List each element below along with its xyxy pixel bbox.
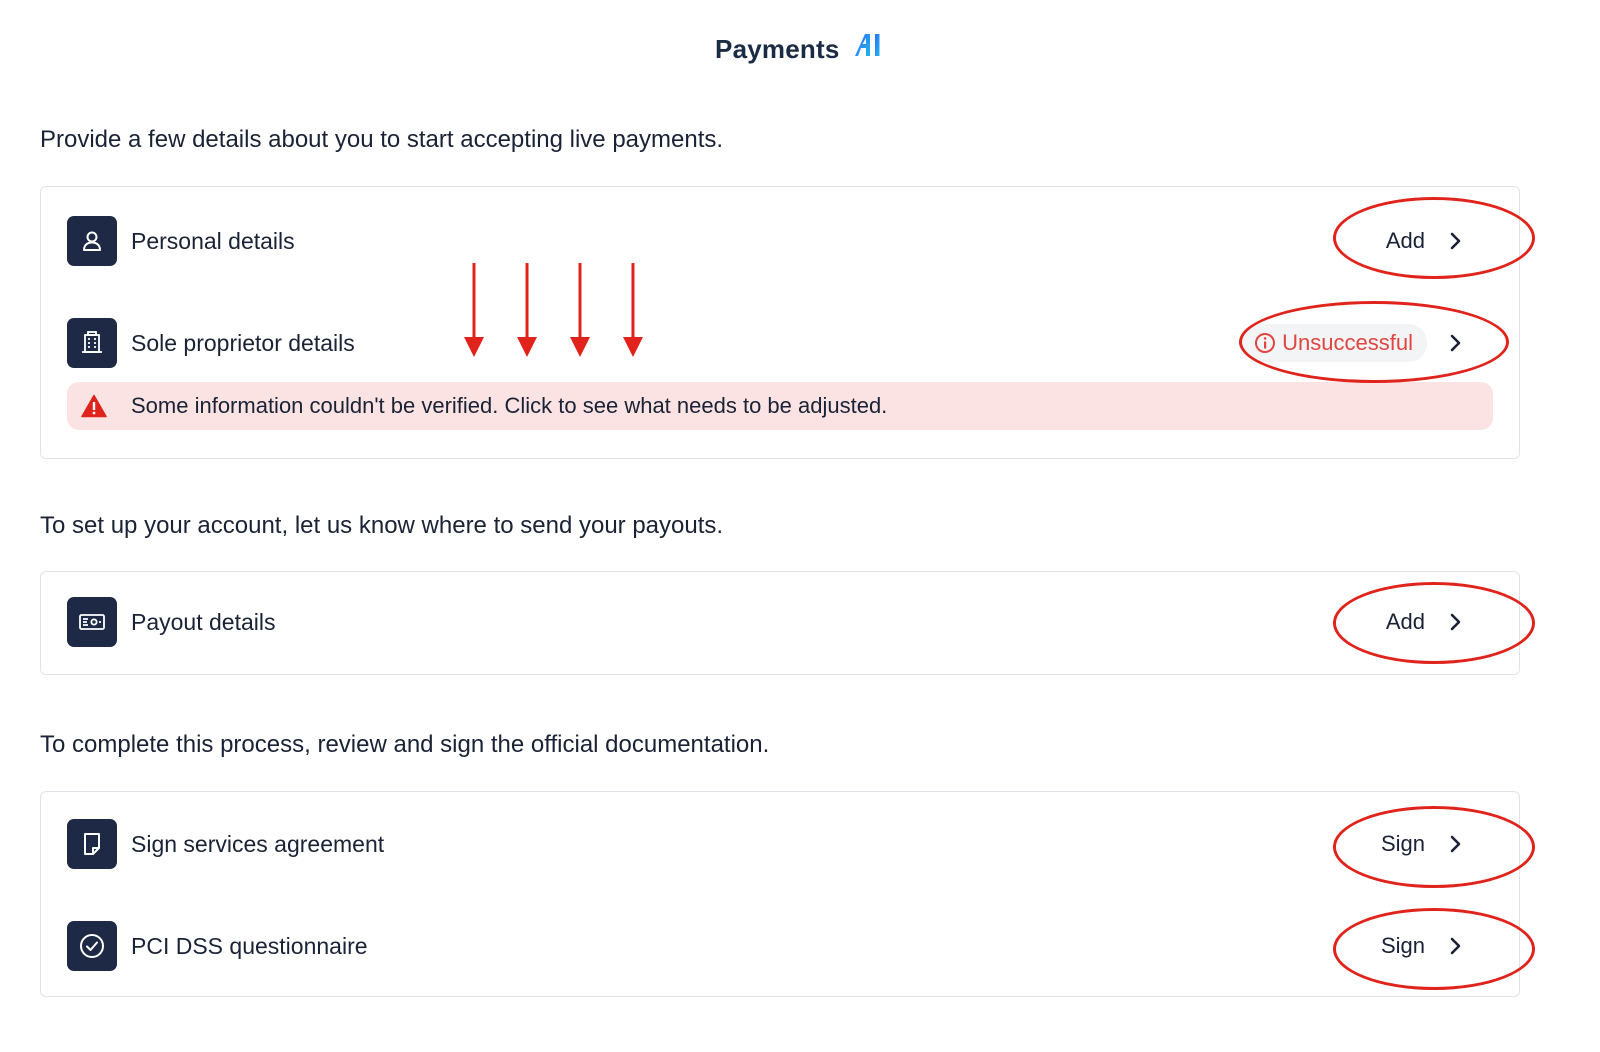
ai-logo-icon (853, 32, 885, 65)
sign-pci-dss-questionnaire-button[interactable]: Sign (1381, 920, 1463, 972)
info-icon (1255, 333, 1276, 353)
annotation-arrow (517, 263, 537, 357)
add-payout-details-button[interactable]: Add (1386, 596, 1463, 648)
open-sole-proprietor-details-button[interactable]: Unsuccessful (1242, 317, 1463, 369)
warning-icon (81, 394, 107, 418)
row-label: Sign services agreement (131, 830, 385, 857)
section-heading-payouts: To set up your account, let us know wher… (40, 512, 724, 539)
brand-header: Payments (0, 32, 1600, 65)
verification-alert[interactable]: Some information couldn't be verified. C… (67, 382, 1493, 430)
banknote-icon (67, 597, 117, 647)
check-circle-icon (67, 921, 117, 971)
annotation-arrow (623, 263, 643, 357)
chevron-right-icon (1450, 613, 1461, 631)
add-personal-details-button[interactable]: Add (1386, 215, 1463, 267)
document-icon (67, 819, 117, 869)
sign-services-agreement-button[interactable]: Sign (1381, 818, 1463, 870)
chevron-right-icon (1450, 937, 1461, 955)
action-label: Sign (1380, 933, 1425, 958)
status-badge: Unsuccessful (1242, 324, 1427, 362)
annotation-arrow (464, 263, 484, 357)
row-label: Personal details (131, 227, 295, 254)
status-text: Unsuccessful (1282, 330, 1413, 355)
person-icon (67, 216, 117, 266)
row-pci-dss-questionnaire[interactable]: PCI DSS questionnaire Sign (67, 920, 1493, 972)
chevron-right-icon (1450, 232, 1461, 250)
chevron-right-icon (1450, 334, 1461, 352)
alert-text: Some information couldn't be verified. C… (131, 393, 888, 418)
row-label: PCI DSS questionnaire (131, 932, 368, 959)
row-sign-services-agreement[interactable]: Sign services agreement Sign (67, 818, 1493, 870)
action-label: Add (1385, 228, 1425, 253)
row-label: Payout details (131, 608, 276, 635)
row-personal-details[interactable]: Personal details Add (67, 215, 1493, 267)
chevron-right-icon (1450, 835, 1461, 853)
brand-name: Payments (715, 34, 840, 64)
building-icon (67, 318, 117, 368)
annotation-arrow (570, 263, 590, 357)
row-sole-proprietor-details[interactable]: Sole proprietor details Unsuccessful (67, 317, 1493, 369)
card-payouts: Payout details Add (40, 571, 1520, 675)
section-heading-live-payments: Provide a few details about you to start… (40, 126, 724, 153)
card-personal: Personal details Add Sole proprietor det… (40, 186, 1520, 459)
action-label: Add (1385, 609, 1425, 634)
action-label: Sign (1380, 831, 1425, 856)
row-payout-details[interactable]: Payout details Add (67, 596, 1493, 648)
section-heading-documentation: To complete this process, review and sig… (40, 731, 770, 758)
card-documentation: Sign services agreement Sign PCI DSS que… (40, 791, 1520, 997)
